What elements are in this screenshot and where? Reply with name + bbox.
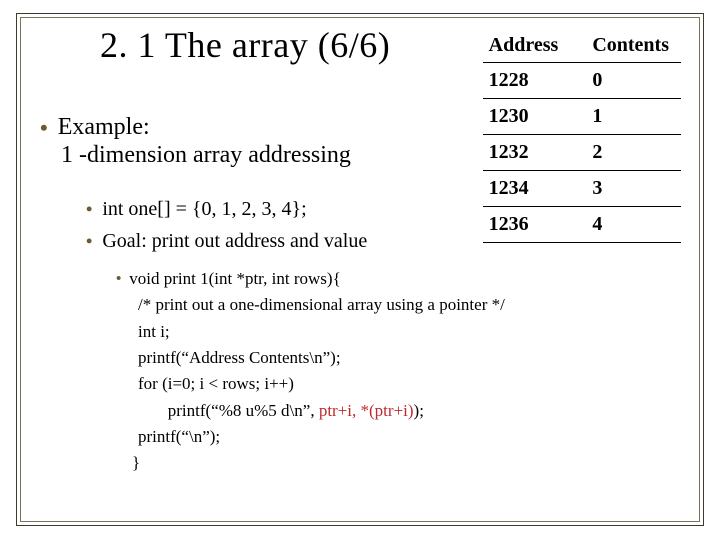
slide-title: 2. 1 The array (6/6) [100,24,390,66]
table-row: 12280 [483,63,681,99]
table-header-address: Address [483,29,587,63]
declaration-text: int one[] = {0, 1, 2, 3, 4}; [102,198,306,220]
table-row: 12301 [483,99,681,135]
bullet-example: •Example: 1 -dimension array addressing [40,114,150,141]
code-line: } [132,450,505,476]
code-line: printf(“Address Contents\n”); [138,345,505,371]
code-highlight: ptr+i, *(ptr+i) [319,401,414,420]
slide: 2. 1 The array (6/6) Address Contents 12… [0,0,720,540]
bullet-icon: • [116,271,121,287]
bullet-goal: • Goal: print out address and value [86,230,367,253]
bullet-icon: • [86,199,92,219]
table-row: 12364 [483,207,681,243]
address-contents-table: Address Contents 12280 12301 12322 12343… [483,29,681,243]
example-label: Example: [58,114,150,140]
code-line: /* print out a one-dimensional array usi… [138,292,505,318]
bullet-icon: • [86,231,92,251]
example-subtitle: 1 -dimension array addressing [61,142,351,169]
code-line: printf(“\n”); [138,424,505,450]
goal-text: Goal: print out address and value [102,230,367,252]
code-line: int i; [138,319,505,345]
bullet-icon: • [40,115,48,140]
code-line: printf(“%8 u%5 d\n”, ptr+i, *(ptr+i)); [138,398,505,424]
table-row: 12343 [483,171,681,207]
code-line: void print 1(int *ptr, int rows){ [129,269,340,288]
table-header-contents: Contents [586,29,681,63]
table-row: 12322 [483,135,681,171]
bullet-declaration: • int one[] = {0, 1, 2, 3, 4}; [86,198,307,221]
code-block: • void print 1(int *ptr, int rows){ /* pr… [116,266,505,477]
code-line: for (i=0; i < rows; i++) [138,371,505,397]
